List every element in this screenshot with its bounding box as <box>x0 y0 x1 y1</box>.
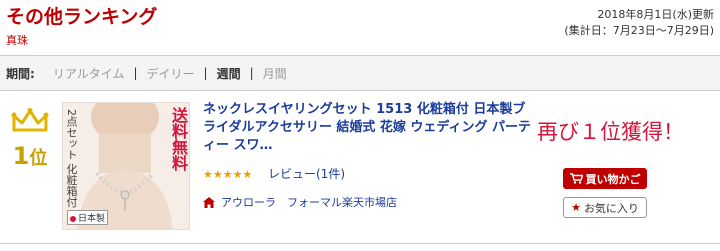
rating-stars: ★★★★★ <box>203 168 253 181</box>
flag-dot-icon <box>70 215 76 222</box>
add-to-favorites-button[interactable]: ★ お気に入り <box>563 197 647 218</box>
period-weekly[interactable]: 週間 <box>217 65 241 82</box>
free-shipping-ribbon: 送料無料 <box>169 107 188 171</box>
product-title-link[interactable]: ネックレスイヤリングセット 1513 化粧箱付 日本製ブライダルアクセサリー 結… <box>203 101 533 155</box>
made-in-japan-flag: 日本製 <box>67 210 109 225</box>
cart-button-label: 買い物かご <box>585 172 641 186</box>
crown-icon <box>11 108 49 132</box>
period-label: 期間: <box>6 66 35 81</box>
period-separator: | <box>133 66 138 80</box>
home-icon <box>203 196 215 208</box>
add-to-cart-button[interactable]: 買い物かご <box>563 168 647 189</box>
rank-suffix: 位 <box>29 148 48 169</box>
period-bar: 期間: リアルタイム | デイリー | 週間 | 月間 <box>0 55 720 91</box>
rank-again-callout: 再び１位獲得！ <box>537 120 684 144</box>
period-realtime[interactable]: リアルタイム <box>53 65 125 82</box>
period-monthly[interactable]: 月間 <box>263 65 287 82</box>
rank-box: 1位 <box>8 108 52 170</box>
period-daily[interactable]: デイリー <box>147 65 195 82</box>
review-link[interactable]: レビュー(1件) <box>268 165 345 182</box>
shop-link[interactable]: アウローラ フォーマル楽天市場店 <box>203 194 397 210</box>
period-separator: | <box>249 66 254 80</box>
update-info: 2018年8月1日(水)更新 (集計日：7月23日〜7月29日) <box>564 7 714 39</box>
update-date: 2018年8月1日(水)更新 <box>597 8 714 21</box>
star-icon: ★ <box>571 201 581 214</box>
favorite-button-label: お気に入り <box>583 201 639 215</box>
page-title: その他ランキング <box>6 6 158 28</box>
category-label[interactable]: 真珠 <box>6 32 28 48</box>
product-thumbnail[interactable]: 2点セット 化粧箱付 送料無料 日本製 <box>62 102 190 230</box>
cart-icon <box>569 173 583 184</box>
flag-text: 日本製 <box>78 214 106 224</box>
shop-name[interactable]: アウローラ フォーマル楽天市場店 <box>221 194 397 210</box>
rank-number: 1 <box>12 142 30 170</box>
period-separator: | <box>203 66 208 80</box>
rank-text: 1位 <box>8 142 52 170</box>
ranking-item: 1位 2点セット 化粧箱付 送料無料 日本製 ネックレスイヤリングセット 151… <box>0 92 720 244</box>
thumbnail-vertical-text: 2点セット 化粧箱付 <box>65 109 78 208</box>
aggregation-period: (集計日：7月23日〜7月29日) <box>564 24 714 37</box>
